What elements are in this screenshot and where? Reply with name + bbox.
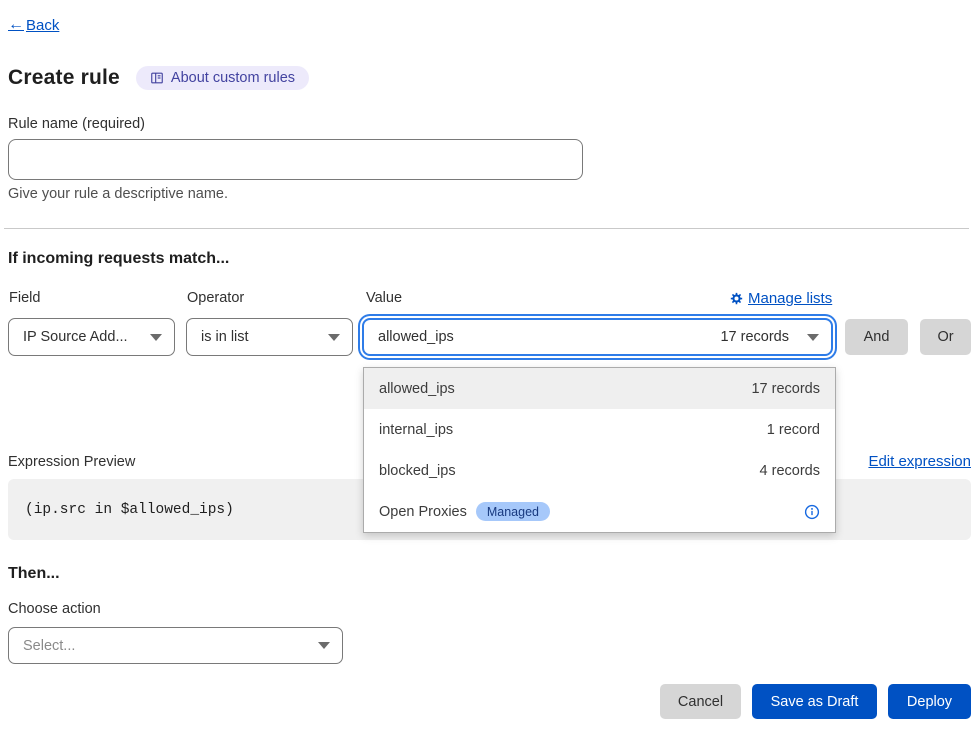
manage-lists-link[interactable]: Manage lists [730,290,832,307]
list-item-name: Open Proxies [379,504,467,520]
chevron-down-icon [150,334,162,341]
list-item-name: internal_ips [379,422,453,438]
manage-lists-label: Manage lists [748,290,832,307]
chevron-down-icon [807,334,819,341]
value-select-record-count: 17 records [720,329,789,345]
back-link[interactable]: ←Back [8,16,59,34]
back-arrow-icon: ← [8,16,24,34]
info-icon[interactable] [804,504,820,520]
book-icon [150,71,164,85]
gear-icon [730,292,743,305]
managed-badge: Managed [476,502,550,521]
list-item-records: 17 records [751,381,820,397]
value-label: Value [366,290,402,306]
match-section-heading: If incoming requests match... [8,250,229,268]
and-button[interactable]: And [845,319,908,355]
create-rule-page: ←Back Create rule About custom rules Rul… [0,0,979,739]
list-item-open-proxies[interactable]: Open Proxies Managed [364,491,835,532]
chevron-down-icon [318,642,330,649]
deploy-button[interactable]: Deploy [888,684,971,719]
operator-label: Operator [187,290,244,306]
title-row: Create rule About custom rules [8,66,309,90]
expression-preview-label: Expression Preview [8,454,135,470]
lists-dropdown-panel: allowed_ips 17 records internal_ips 1 re… [363,367,836,533]
expression-code: (ip.src in $allowed_ips) [25,502,234,518]
section-divider [4,228,969,229]
save-as-draft-button[interactable]: Save as Draft [752,684,877,719]
field-select[interactable]: IP Source Add... [8,318,175,356]
edit-expression-link[interactable]: Edit expression [868,453,971,470]
list-item-allowed-ips[interactable]: allowed_ips 17 records [364,368,835,409]
value-select[interactable]: allowed_ips 17 records [362,318,833,356]
action-select[interactable]: Select... [8,627,343,664]
rule-name-label: Rule name (required) [8,116,145,132]
list-item-name: blocked_ips [379,463,456,479]
rule-name-helper-text: Give your rule a descriptive name. [8,186,228,202]
list-item-records: 1 record [767,422,820,438]
choose-action-label: Choose action [8,601,101,617]
value-select-value: allowed_ips [378,329,454,345]
or-button[interactable]: Or [920,319,971,355]
cancel-button[interactable]: Cancel [660,684,741,719]
list-item-name: allowed_ips [379,381,455,397]
field-label: Field [9,290,40,306]
about-custom-rules-link[interactable]: About custom rules [136,66,309,90]
chevron-down-icon [328,334,340,341]
about-badge-label: About custom rules [171,70,295,86]
action-select-placeholder: Select... [23,638,75,654]
page-title: Create rule [8,66,120,90]
list-item-internal-ips[interactable]: internal_ips 1 record [364,409,835,450]
then-section-heading: Then... [8,565,60,583]
operator-select-value: is in list [201,329,249,345]
back-link-label: Back [26,17,59,34]
field-select-value: IP Source Add... [23,329,128,345]
rule-name-input[interactable] [8,139,583,180]
operator-select[interactable]: is in list [186,318,353,356]
list-item-blocked-ips[interactable]: blocked_ips 4 records [364,450,835,491]
list-item-records: 4 records [760,463,820,479]
